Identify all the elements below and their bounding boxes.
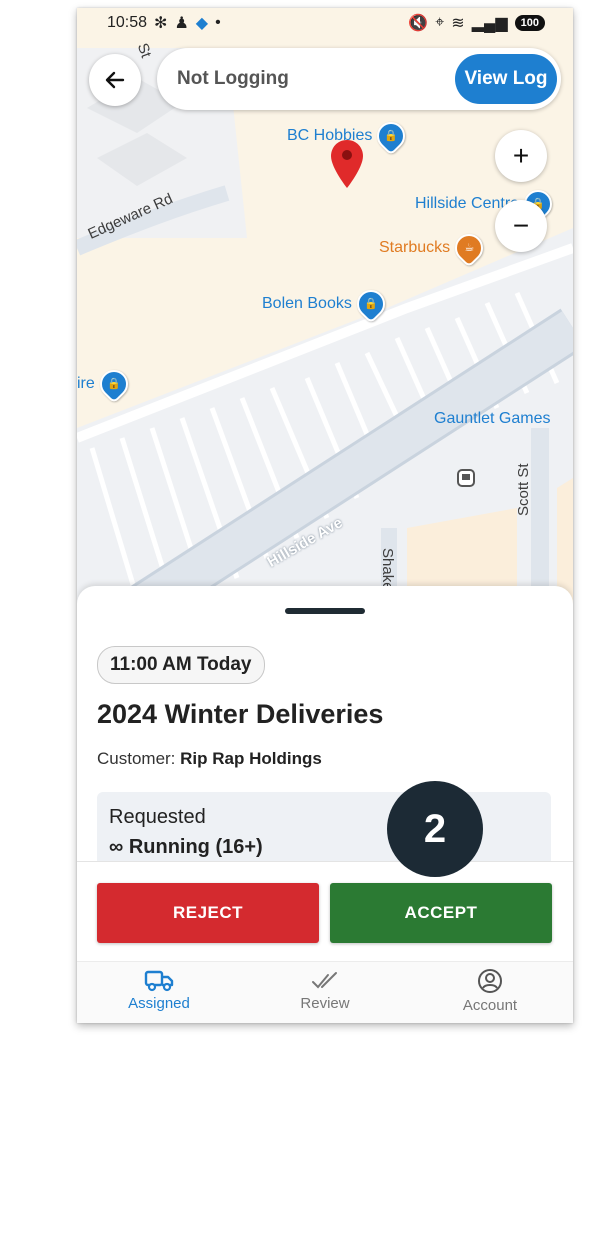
accept-button[interactable]: ACCEPT xyxy=(330,883,552,943)
poi-bolen-books[interactable]: Bolen Books 🔒 xyxy=(262,284,391,324)
drag-handle[interactable] xyxy=(285,608,365,614)
wifi-icon: ≋ xyxy=(451,15,465,32)
bottom-nav: Assigned Review Account xyxy=(77,961,573,1023)
coffee-icon: ☕ xyxy=(449,228,489,268)
status-time: 10:58 xyxy=(107,14,148,31)
view-log-button[interactable]: View Log xyxy=(455,54,557,104)
time-chip: 11:00 AM Today xyxy=(97,646,265,684)
shopping-bag-icon: 🔒 xyxy=(93,364,134,404)
back-button[interactable] xyxy=(89,54,141,106)
customer-line: Customer: Rip Rap Holdings xyxy=(97,749,322,769)
battery-icon: 100 xyxy=(514,15,545,31)
zoom-out-button[interactable]: − xyxy=(495,200,547,252)
diamond-icon: ◆ xyxy=(195,15,209,32)
street-label-shake: Shake xyxy=(379,548,396,591)
customer-label: Customer: xyxy=(97,749,176,768)
nav-label: Account xyxy=(462,997,518,1014)
street-label-scott: Scott St xyxy=(515,463,532,516)
location-icon: ⌖ xyxy=(435,14,445,31)
nav-label: Review xyxy=(300,995,350,1012)
shopping-bag-icon: 🔒 xyxy=(371,116,412,156)
mute-icon: 🔇 xyxy=(408,15,429,32)
customer-name: Rip Rap Holdings xyxy=(180,749,322,768)
zoom-in-button[interactable]: + xyxy=(495,130,547,182)
truck-icon xyxy=(144,970,174,992)
nav-label: Assigned xyxy=(128,995,190,1012)
log-status-bar: Not Logging View Log xyxy=(157,48,561,110)
double-check-icon xyxy=(312,972,337,989)
plus-icon: + xyxy=(512,140,530,171)
minus-icon: − xyxy=(512,210,530,241)
step-badge: 2 xyxy=(387,781,483,877)
nav-item-account[interactable]: Account xyxy=(430,968,550,1014)
account-circle-icon xyxy=(478,969,502,993)
signal-icon: ▂▄▆ xyxy=(471,15,508,32)
poi-label: ire xyxy=(77,375,95,392)
log-status-text: Not Logging xyxy=(177,68,289,89)
job-bottom-sheet: 11:00 AM Today 2024 Winter Deliveries Cu… xyxy=(77,586,573,1023)
poi-label: Bolen Books xyxy=(262,295,352,312)
reject-button[interactable]: REJECT xyxy=(97,883,319,943)
nav-item-assigned[interactable]: Assigned xyxy=(99,968,219,1012)
requested-label: Requested xyxy=(109,806,206,828)
poi-label: Starbucks xyxy=(379,239,451,256)
nav-item-review[interactable]: Review xyxy=(265,968,385,1012)
status-bar: 10:58 ✻ ♟ ◆ • 🔇 ⌖ ≋ ▂▄▆ 100 xyxy=(77,8,573,38)
action-bar: REJECT ACCEPT xyxy=(77,861,573,962)
poi-starbucks[interactable]: Starbucks ☕ xyxy=(379,228,489,268)
dot-icon: • xyxy=(215,14,221,31)
phone-screen: Edgeware Rd Hillside Ave Scott St Shake … xyxy=(77,8,573,1023)
requested-value: ∞ Running (16+) xyxy=(109,836,263,858)
poi-gauntlet-games[interactable]: Gauntlet Games xyxy=(434,410,551,428)
person-icon: ♟ xyxy=(174,15,189,32)
job-title: 2024 Winter Deliveries xyxy=(97,699,384,729)
arrow-left-icon xyxy=(105,71,125,89)
shopping-bag-icon: 🔒 xyxy=(351,284,391,324)
poi-ire[interactable]: ire 🔒 xyxy=(77,364,134,404)
fan-icon: ✻ xyxy=(154,15,168,32)
poi-label: Gauntlet Games xyxy=(434,410,551,427)
